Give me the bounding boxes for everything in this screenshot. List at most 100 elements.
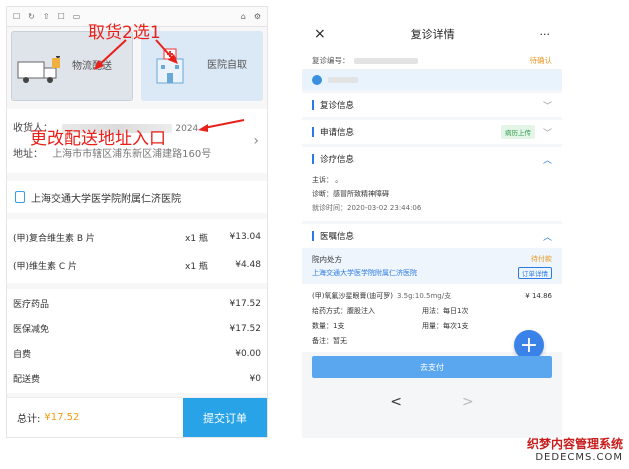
more-icon[interactable]: ···	[540, 28, 551, 41]
page-nav: < >	[302, 386, 562, 418]
share-icon[interactable]: ⇧	[43, 12, 50, 21]
order-detail-button[interactable]: 订单详情	[518, 267, 552, 279]
section-title: 诊疗信息	[320, 155, 355, 165]
checkout-bar: 总计: ¥17.52 提交订单	[7, 397, 267, 437]
drug-spec: 3.5g:10.5mg/支	[396, 291, 452, 300]
drug-price: ¥ 14.86	[525, 291, 552, 300]
watermark: 织梦内容管理系统 DEDECMS.COM	[527, 435, 623, 463]
medicine-price: ¥13.04	[229, 232, 262, 242]
total: 总计: ¥17.52	[7, 398, 183, 437]
fee-name: 医疗药品	[13, 300, 50, 310]
prescription-hospital: 上海交通大学医学院附属仁济医院	[312, 269, 417, 277]
status-badge: 待付款	[531, 255, 552, 263]
option-label: 医院自取	[207, 60, 247, 71]
chevron-right-icon[interactable]: ›	[253, 133, 259, 149]
delivery-order-screen: ☐ ↻ ⇧ ☐ ▭ ⌂ ⚙ 物流配送 医院自取 收货人： 2024 地址： 上海…	[6, 6, 268, 438]
medicine-list: (甲)复合维生素 B 片 x1 瓶 ¥13.04 (甲)维生素 C 片 x1 瓶…	[7, 219, 267, 283]
prescription-header: 院内处方 待付款 上海交通大学医学院附属仁济医院 订单详情	[302, 248, 562, 284]
chevron-down-icon[interactable]: ﹀	[543, 126, 552, 139]
refresh-icon[interactable]: ↻	[28, 12, 35, 21]
record-label: 复诊编号：	[312, 56, 350, 65]
section-diagnosis-info[interactable]: 诊疗信息 ︿	[302, 147, 562, 171]
watermark-line1: 织梦内容管理系统	[526, 437, 623, 451]
visit-time: 就诊时间：2020-03-02 23:44:06	[312, 204, 422, 212]
section-marker	[312, 231, 314, 241]
section-title: 复诊信息	[320, 101, 355, 111]
list-item: 自费 ¥0.00	[13, 341, 261, 366]
address-label: 地址：	[13, 149, 43, 160]
section-marker	[312, 127, 314, 137]
patient-blurred	[328, 77, 358, 83]
diagnosis-details: 主诉： 。 诊断：感冒所致精神障碍 就诊时间：2020-03-02 23:44:…	[302, 171, 562, 221]
hospital-row: 上海交通大学医学院附属仁济医院	[7, 181, 267, 213]
prescription-title: 院内处方	[312, 254, 342, 264]
diagnosis: 诊断：感冒所致精神障碍	[312, 190, 389, 198]
pay-button[interactable]: 去支付	[312, 356, 552, 378]
section-advice-info[interactable]: 医嘱信息 ︿	[302, 224, 562, 248]
medicine-price: ¥4.48	[235, 260, 261, 270]
hospital-badge-icon	[15, 191, 25, 203]
truck-icon	[17, 56, 60, 83]
hospital-name: 上海交通大学医学院附属仁济医院	[31, 193, 181, 205]
medicine-name: (甲)维生素 C 片	[13, 261, 78, 272]
list-item: 医保减免 ¥17.52	[13, 316, 261, 341]
fee-value: ¥0	[249, 373, 261, 384]
drug-name: (甲)氧氟沙星眼膏(迪可罗)	[312, 291, 393, 300]
fee-value: ¥17.52	[229, 323, 262, 334]
drug-route: 给药方式：腹股注入	[312, 306, 375, 315]
section-marker	[312, 100, 314, 110]
header: × 复诊详情 ···	[302, 16, 562, 52]
drug-note: 备注：暂无	[312, 336, 347, 345]
annotation-change-address: 更改配送地址入口	[30, 129, 166, 149]
cast-icon[interactable]: ▭	[73, 12, 81, 21]
watermark-line2: DEDECMS.COM	[535, 452, 623, 463]
home-icon[interactable]: ⌂	[241, 12, 246, 21]
list-item: 医疗药品 ¥17.52	[13, 291, 261, 316]
section-title: 医嘱信息	[320, 232, 355, 242]
record-row: 复诊编号： 待确认	[302, 52, 562, 70]
settings-icon[interactable]: ⚙	[254, 12, 261, 21]
nav-prev-icon[interactable]: <	[390, 394, 402, 410]
annotation-arrow-icon	[198, 119, 245, 132]
submit-order-button[interactable]: 提交订单	[183, 398, 267, 437]
back-icon[interactable]: ☐	[13, 12, 20, 21]
medicine-qty: x1 瓶	[185, 261, 208, 272]
section-title: 申请信息	[320, 128, 355, 138]
list-item: (甲)维生素 C 片 x1 瓶 ¥4.48	[13, 251, 261, 279]
total-value: ¥17.52	[44, 412, 80, 423]
address-value: 上海市市辖区浦东新区浦建路160号	[52, 149, 212, 160]
fee-name: 配送费	[13, 375, 41, 385]
patient-row	[302, 70, 562, 90]
nav-next-icon[interactable]: >	[462, 394, 474, 410]
total-label: 总计:	[17, 414, 41, 425]
section-apply-info[interactable]: 申请信息 病历上传 ﹀	[302, 120, 562, 144]
list-item: 配送费 ¥0	[13, 366, 261, 391]
chevron-up-icon[interactable]: ︿	[543, 153, 552, 166]
complaint: 主诉： 。	[312, 176, 343, 184]
fee-value: ¥0.00	[235, 348, 261, 359]
status-badge: 待确认	[529, 56, 553, 65]
fee-name: 自费	[13, 350, 32, 360]
annotation-arrow-icon	[155, 39, 178, 64]
record-upload-tag[interactable]: 病历上传	[500, 125, 535, 139]
revisit-detail-screen: × 复诊详情 ··· 复诊编号： 待确认 复诊信息 ﹀ 申请信息 病历上传 ﹀ …	[302, 16, 562, 438]
record-blurred	[353, 57, 418, 64]
fee-value: ¥17.52	[229, 298, 262, 309]
fee-name: 医保减免	[13, 325, 50, 335]
page-title: 复诊详情	[410, 28, 455, 41]
drug-dosage: 用量：每次1支	[422, 321, 469, 330]
close-icon[interactable]: ×	[314, 26, 326, 42]
recipient-value: 2024	[175, 124, 199, 134]
medicine-qty: x1 瓶	[185, 233, 208, 244]
list-item: (甲)复合维生素 B 片 x1 瓶 ¥13.04	[13, 223, 261, 251]
fee-list: 医疗药品 ¥17.52 医保减免 ¥17.52 自费 ¥0.00 配送费 ¥0	[7, 289, 267, 393]
section-marker	[312, 154, 314, 164]
drug-amount: 数量：1支	[312, 321, 345, 330]
chevron-up-icon[interactable]: ︿	[543, 230, 552, 243]
chevron-down-icon[interactable]: ﹀	[543, 99, 552, 112]
medicine-name: (甲)复合维生素 B 片	[13, 233, 95, 244]
comment-icon[interactable]: ☐	[58, 12, 65, 21]
section-revisit-info[interactable]: 复诊信息 ﹀	[302, 93, 562, 117]
annotation-arrow-icon	[94, 39, 127, 70]
avatar	[312, 75, 322, 85]
